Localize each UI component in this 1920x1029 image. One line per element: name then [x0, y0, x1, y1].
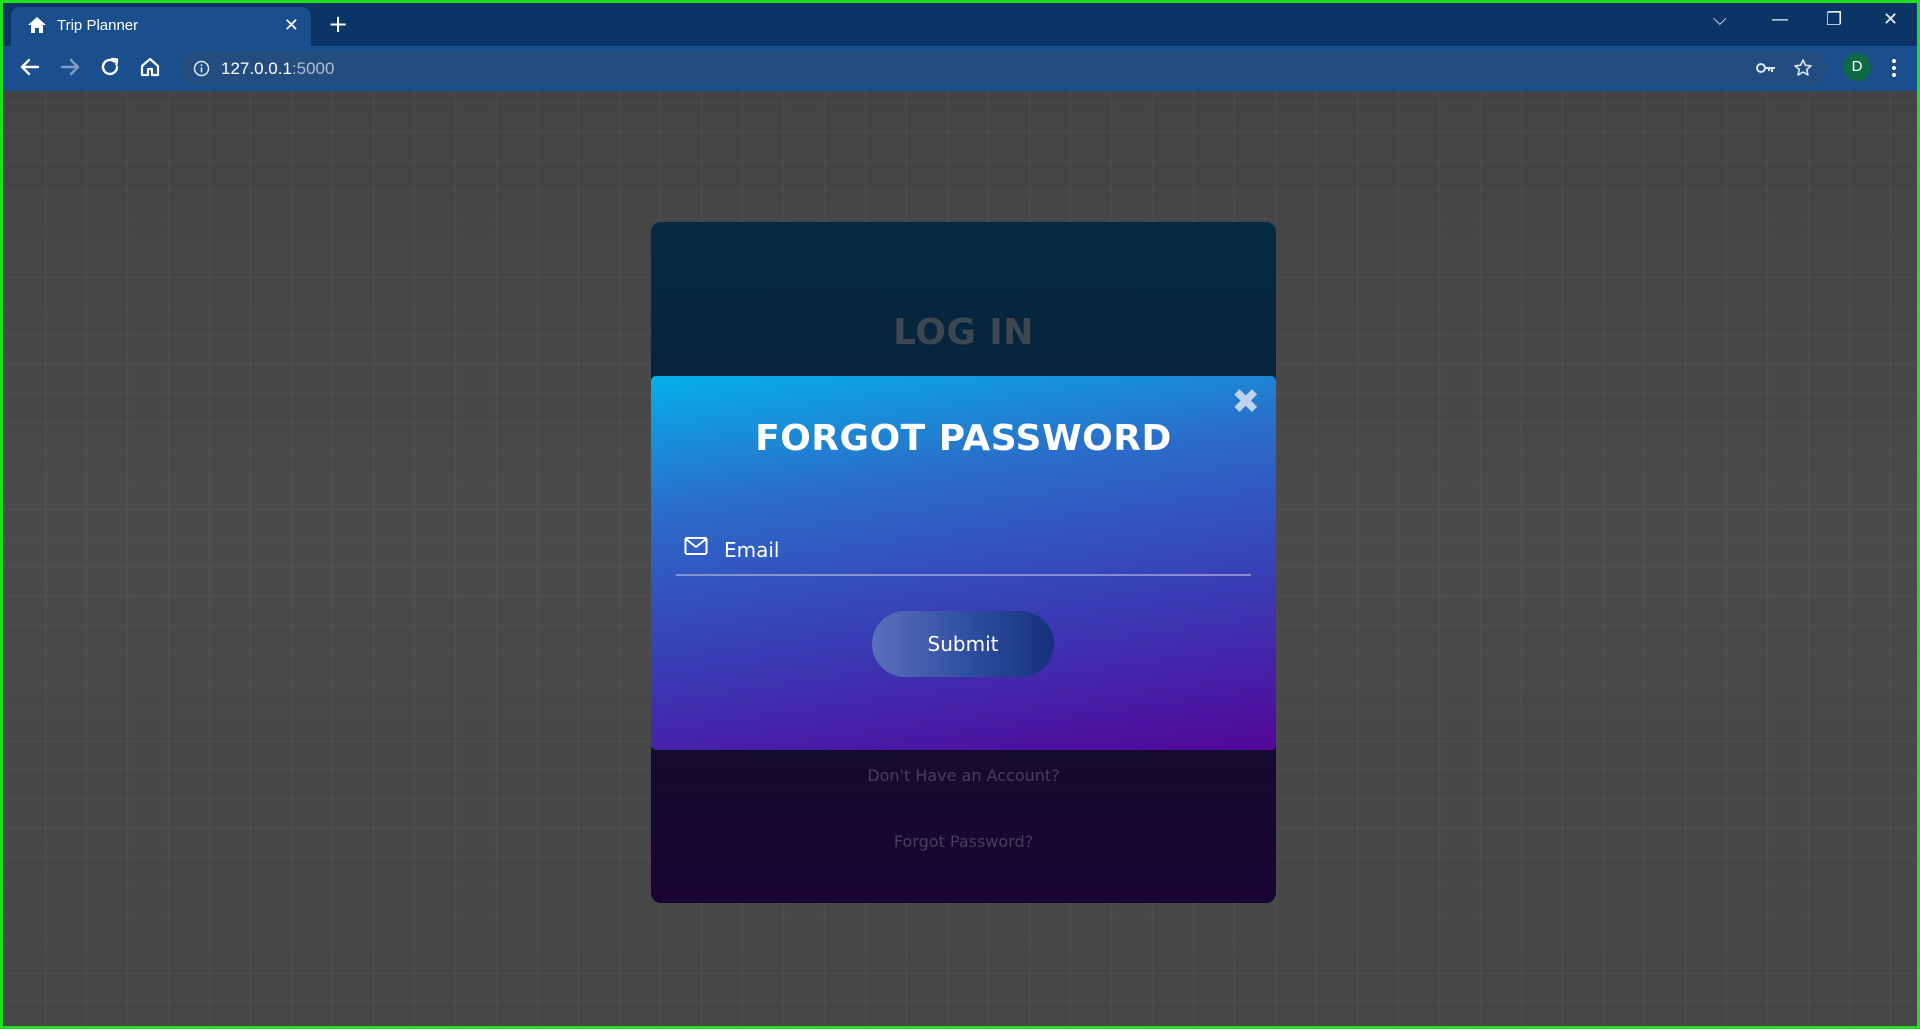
modal-title: FORGOT PASSWORD: [755, 418, 1172, 459]
page-background: LOG IN Don't Have an Account? Forgot Pas…: [3, 91, 1917, 1026]
tab-close-icon[interactable]: ✕: [284, 15, 299, 35]
login-title: LOG IN: [893, 312, 1034, 353]
restore-button[interactable]: ❐: [1826, 9, 1842, 31]
tab-search-icon[interactable]: ⌵: [1713, 9, 1727, 31]
new-tab-button[interactable]: +: [328, 11, 348, 37]
site-info-icon[interactable]: [193, 60, 210, 82]
home-button-icon[interactable]: [139, 56, 161, 82]
home-icon: [27, 16, 47, 38]
forgot-password-link[interactable]: Forgot Password?: [651, 832, 1276, 851]
url-port: :5000: [291, 59, 335, 78]
minimize-button[interactable]: —: [1771, 9, 1789, 31]
password-key-icon[interactable]: [1755, 60, 1777, 81]
address-bar[interactable]: 127.0.0.1:5000: [179, 51, 1827, 86]
close-icon[interactable]: ✖: [1232, 384, 1261, 420]
reload-icon[interactable]: [99, 56, 121, 82]
mail-icon: [684, 536, 708, 560]
signup-link[interactable]: Don't Have an Account?: [651, 766, 1276, 785]
profile-avatar[interactable]: D: [1843, 53, 1871, 81]
email-input[interactable]: [722, 530, 1246, 570]
forgot-password-modal: ✖ FORGOT PASSWORD Submit: [651, 376, 1276, 750]
browser-menu-icon[interactable]: [1891, 58, 1897, 82]
close-window-button[interactable]: ✕: [1883, 9, 1898, 31]
tab-title: Trip Planner: [57, 17, 139, 34]
submit-button[interactable]: Submit: [872, 611, 1054, 677]
bookmark-star-icon[interactable]: [1793, 58, 1813, 83]
back-icon[interactable]: [19, 56, 41, 82]
url-host: 127.0.0.1: [221, 59, 292, 78]
email-field-row: [676, 526, 1251, 576]
browser-tab-active[interactable]: Trip Planner ✕: [11, 7, 311, 46]
browser-tab-strip: Trip Planner ✕ + ⌵ — ❐ ✕: [3, 3, 1917, 46]
url-text: 127.0.0.1:5000: [221, 59, 334, 79]
browser-toolbar: 127.0.0.1:5000 D: [3, 46, 1917, 91]
forward-icon[interactable]: [59, 56, 81, 82]
screen-frame: Trip Planner ✕ + ⌵ — ❐ ✕ 127.0.0.1:5000: [0, 0, 1920, 1029]
